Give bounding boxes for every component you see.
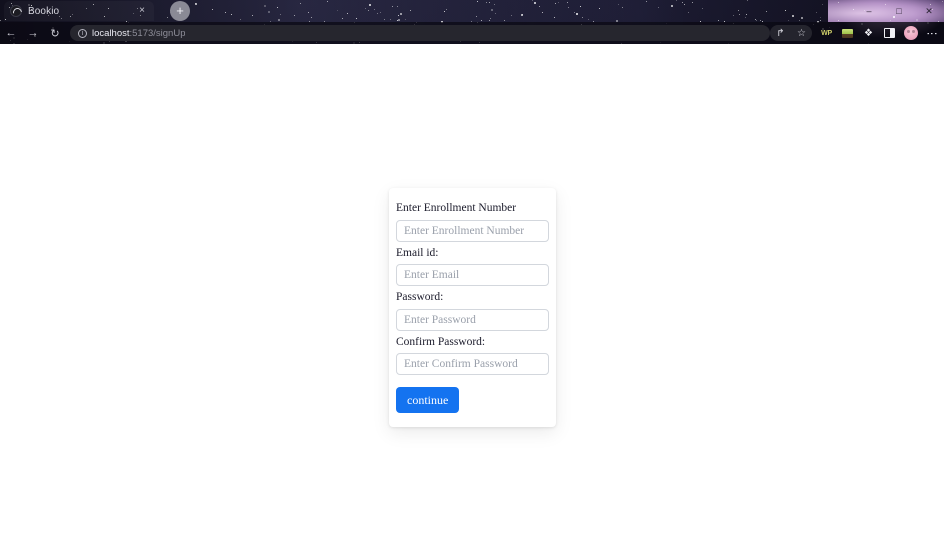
share-icon[interactable]: ↱ bbox=[770, 22, 791, 44]
url-path: :5173/signUp bbox=[129, 27, 186, 39]
address-bar[interactable]: i localhost:5173/signUp bbox=[70, 25, 770, 41]
password-input[interactable] bbox=[396, 308, 549, 331]
close-tab-icon[interactable]: × bbox=[136, 6, 148, 16]
confirm-password-input[interactable] bbox=[396, 353, 549, 376]
email-input[interactable] bbox=[396, 264, 549, 287]
extension-wp-icon[interactable]: WP bbox=[816, 22, 837, 44]
extension-wp-label: WP bbox=[821, 29, 832, 37]
sidebar-panel-icon[interactable] bbox=[879, 22, 900, 44]
puzzle-glyph: ❖ bbox=[864, 27, 873, 39]
enrollment-number-input[interactable] bbox=[396, 219, 549, 242]
minimize-window-button[interactable]: – bbox=[854, 0, 884, 22]
bookio-favicon bbox=[10, 5, 22, 17]
site-info-icon[interactable]: i bbox=[78, 28, 87, 38]
enrollment-number-label: Enter Enrollment Number bbox=[396, 202, 517, 214]
sidebar-panel-glyph bbox=[884, 28, 895, 38]
back-button-icon[interactable]: ← bbox=[0, 22, 22, 44]
extension-green-icon[interactable] bbox=[837, 22, 858, 44]
continue-button[interactable]: continue bbox=[396, 387, 460, 414]
green-square-glyph bbox=[842, 28, 853, 38]
kebab-menu-glyph: ⋮ bbox=[925, 27, 938, 39]
url-host: localhost bbox=[92, 27, 130, 39]
browser-tab-bookio[interactable]: Bookio × bbox=[4, 1, 154, 21]
password-label: Password: bbox=[396, 291, 444, 304]
extensions-puzzle-icon[interactable]: ❖ bbox=[858, 22, 879, 44]
address-bar-text: localhost:5173/signUp bbox=[92, 28, 185, 39]
browser-window: Bookio × + – □ ✕ ← → ↻ i localhost:5173/… bbox=[0, 0, 944, 557]
window-controls: – □ ✕ bbox=[854, 0, 944, 22]
confirm-password-label: Confirm Password: bbox=[396, 335, 486, 348]
new-tab-button[interactable]: + bbox=[170, 1, 190, 21]
close-window-button[interactable]: ✕ bbox=[914, 0, 944, 22]
bookmark-star-icon[interactable]: ☆ bbox=[791, 22, 812, 44]
tab-strip: Bookio × + bbox=[0, 0, 944, 22]
toolbar-right-group: ↱ ☆ WP ❖ ⋮ bbox=[770, 22, 944, 44]
signup-form-card: Enter Enrollment Number Email id: Passwo… bbox=[389, 188, 556, 428]
forward-button-icon[interactable]: → bbox=[22, 22, 44, 44]
share-bookmark-group: ↱ ☆ bbox=[770, 25, 812, 41]
profile-avatar[interactable] bbox=[900, 22, 921, 44]
email-label: Email id: bbox=[396, 246, 439, 259]
maximize-window-button[interactable]: □ bbox=[884, 0, 914, 22]
avatar-glyph bbox=[903, 26, 918, 40]
tab-title: Bookio bbox=[28, 5, 60, 17]
reload-button-icon[interactable]: ↻ bbox=[44, 22, 66, 44]
navigation-toolbar: ← → ↻ i localhost:5173/signUp ↱ ☆ WP ❖ ⋮ bbox=[0, 22, 944, 44]
browser-menu-icon[interactable]: ⋮ bbox=[921, 22, 942, 44]
page-viewport: Enter Enrollment Number Email id: Passwo… bbox=[0, 44, 944, 557]
